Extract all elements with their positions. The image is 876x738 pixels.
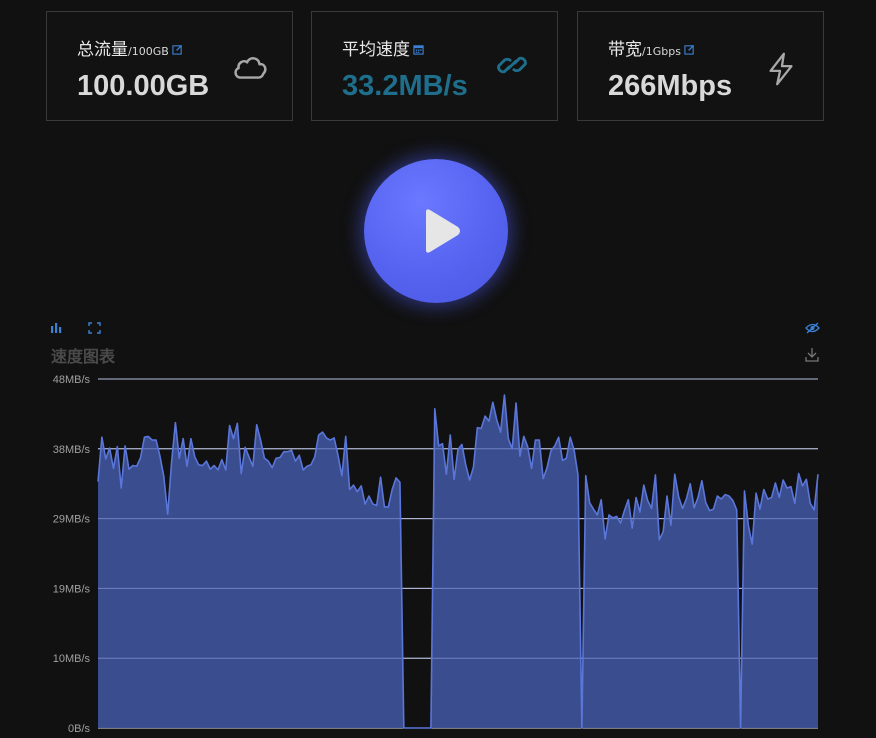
speed-chart: 0B/s 10MB/s 19MB/s 29MB/s 38MB/s 48MB/s bbox=[53, 374, 819, 735]
y-tick-label: 38MB/s bbox=[53, 444, 91, 456]
y-tick-label: 0B/s bbox=[68, 723, 91, 735]
y-tick-label: 48MB/s bbox=[53, 374, 91, 386]
y-tick-label: 19MB/s bbox=[53, 583, 91, 595]
y-tick-label: 29MB/s bbox=[53, 514, 91, 526]
series-area bbox=[98, 395, 818, 728]
y-tick-label: 10MB/s bbox=[53, 653, 91, 665]
